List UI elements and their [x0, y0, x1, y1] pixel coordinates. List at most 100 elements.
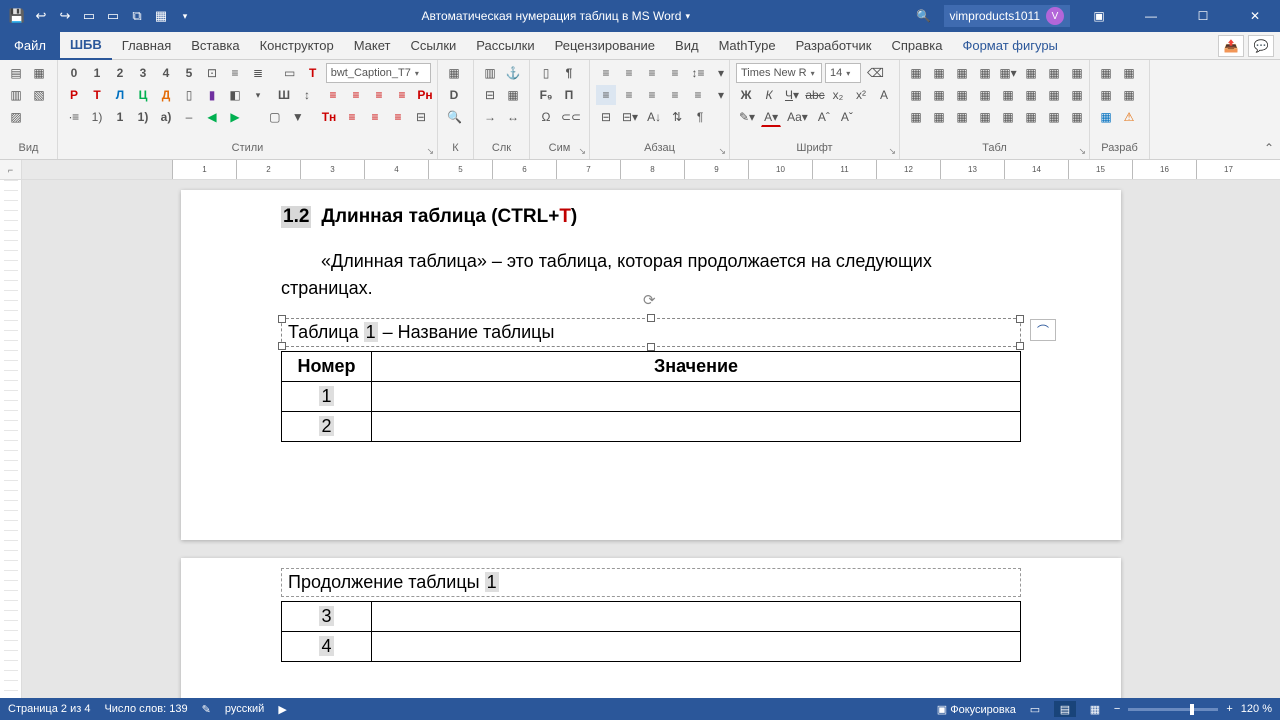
tbl-b5[interactable]: ▦: [998, 85, 1018, 105]
align-l-icon[interactable]: ≡: [323, 85, 343, 105]
view-btn5[interactable]: ▨: [6, 107, 26, 127]
highlight-icon[interactable]: ✎▾: [736, 107, 758, 127]
para-a[interactable]: ≡: [342, 107, 362, 127]
subscript-button[interactable]: x₂: [828, 85, 848, 105]
style-opt3[interactable]: ≣: [248, 63, 268, 83]
style-picker[interactable]: bwt_Caption_T7▾: [326, 63, 431, 83]
style-r[interactable]: Р: [64, 85, 84, 105]
zoom-out-button[interactable]: −: [1114, 703, 1120, 715]
style-c[interactable]: Ц: [133, 85, 153, 105]
style-arr[interactable]: ▾: [248, 85, 268, 105]
save-icon[interactable]: 💾: [6, 5, 28, 27]
grow-font-button[interactable]: Aˆ: [814, 107, 834, 127]
resize-handle[interactable]: [647, 343, 655, 351]
align-j-icon[interactable]: ≡: [392, 85, 412, 105]
resize-handle[interactable]: [1016, 342, 1024, 350]
layout-options-icon[interactable]: ⌒: [1030, 319, 1056, 341]
para-ls[interactable]: ↕≡: [688, 63, 708, 83]
list-num-icon[interactable]: 1): [87, 107, 107, 127]
para-b4[interactable]: ≡: [665, 85, 685, 105]
para-al1[interactable]: ≡: [596, 63, 616, 83]
styles-launcher-icon[interactable]: ↘: [426, 146, 434, 157]
style-0[interactable]: 0: [64, 63, 84, 83]
collapse-ribbon-icon[interactable]: ⌃: [1264, 141, 1274, 155]
view-btn4[interactable]: ▧: [29, 85, 49, 105]
share-icon[interactable]: 📤: [1218, 35, 1244, 57]
k-search-icon[interactable]: 🔍: [444, 107, 465, 127]
shape-t-icon[interactable]: T: [303, 63, 323, 83]
tbl-8[interactable]: ▦: [1067, 63, 1087, 83]
list-right-icon[interactable]: ▶: [225, 107, 245, 127]
tab-home[interactable]: Главная: [112, 32, 181, 60]
tbl-b1[interactable]: ▦: [906, 85, 926, 105]
view-read-icon[interactable]: ▭: [1024, 701, 1046, 717]
rotate-handle-icon[interactable]: ⟳: [643, 291, 659, 307]
sym-pi[interactable]: ¶: [559, 63, 579, 83]
para-b6[interactable]: ▾: [711, 85, 731, 105]
style-3[interactable]: 3: [133, 63, 153, 83]
tab-developer[interactable]: Разработчик: [786, 32, 882, 60]
tab-help[interactable]: Справка: [881, 32, 952, 60]
para-b3[interactable]: ≡: [642, 85, 662, 105]
style-box[interactable]: ▯: [179, 85, 199, 105]
style-opt1[interactable]: ⊡: [202, 63, 222, 83]
focus-mode-button[interactable]: ▣ Фокусировка: [937, 703, 1016, 716]
tbl-c2[interactable]: ▦: [929, 107, 949, 127]
slk-5[interactable]: →: [480, 107, 500, 127]
status-page[interactable]: Страница 2 из 4: [8, 703, 90, 715]
resize-handle[interactable]: [647, 314, 655, 322]
underline-button[interactable]: Ч▾: [782, 85, 802, 105]
para-c1[interactable]: ⊟: [596, 107, 616, 127]
para-c5[interactable]: ¶: [690, 107, 710, 127]
tbl-6[interactable]: ▦: [1021, 63, 1041, 83]
italic-button[interactable]: К: [759, 85, 779, 105]
status-words[interactable]: Число слов: 139: [104, 703, 187, 715]
case-button[interactable]: Aa▾: [784, 107, 811, 127]
k-1[interactable]: ▦: [444, 63, 464, 83]
slk-2[interactable]: ⚓: [503, 63, 523, 83]
sym-launcher-icon[interactable]: ↘: [578, 146, 586, 157]
para-c[interactable]: ≡: [388, 107, 408, 127]
zoom-slider[interactable]: [1128, 708, 1218, 711]
style-4[interactable]: 4: [156, 63, 176, 83]
style-up[interactable]: ↕: [297, 85, 317, 105]
ruler-corner[interactable]: ⌐: [0, 160, 22, 179]
dev-2[interactable]: ▦: [1119, 63, 1139, 83]
shape-rect-icon[interactable]: ▭: [280, 63, 300, 83]
resize-handle[interactable]: [278, 342, 286, 350]
tbl-b4[interactable]: ▦: [975, 85, 995, 105]
macro-icon[interactable]: ▶: [278, 703, 286, 716]
ruler-horizontal[interactable]: 12 34 56 78 910 1112 1314 1516 17: [22, 160, 1280, 179]
tbl-c4[interactable]: ▦: [975, 107, 995, 127]
box-a[interactable]: ▢: [265, 107, 285, 127]
style-1[interactable]: 1: [87, 63, 107, 83]
tab-mailings[interactable]: Рассылки: [466, 32, 544, 60]
style-2[interactable]: 2: [110, 63, 130, 83]
slk-3[interactable]: ⊟: [480, 85, 500, 105]
sym-f[interactable]: F₉: [536, 85, 556, 105]
tab-view[interactable]: Вид: [665, 32, 709, 60]
font-name-picker[interactable]: Times New R▾: [736, 63, 822, 83]
font-clear-icon[interactable]: ⌫: [864, 63, 887, 83]
list-b[interactable]: а): [156, 107, 176, 127]
align-r-icon[interactable]: ≡: [369, 85, 389, 105]
maximize-icon[interactable]: ☐: [1180, 0, 1226, 32]
para-b5[interactable]: ≡: [688, 85, 708, 105]
k-d[interactable]: D: [444, 85, 464, 105]
tab-references[interactable]: Ссылки: [401, 32, 467, 60]
para-b[interactable]: ≡: [365, 107, 385, 127]
tbl-3[interactable]: ▦: [952, 63, 972, 83]
tbl-4[interactable]: ▦: [975, 63, 995, 83]
tbl-b8[interactable]: ▦: [1067, 85, 1087, 105]
list-1[interactable]: 1: [110, 107, 130, 127]
ribbon-mode-icon[interactable]: ▣: [1076, 0, 1122, 32]
para-c2[interactable]: ⊟▾: [619, 107, 641, 127]
table-caption-textbox[interactable]: ⟳ Таблица 1 – Название таблицы ⌒: [281, 318, 1021, 347]
undo-icon[interactable]: ↩: [30, 5, 52, 27]
tab-shbv[interactable]: ШБВ: [60, 32, 112, 60]
zoom-level[interactable]: 120 %: [1241, 703, 1272, 715]
style-fill[interactable]: ▮: [202, 85, 222, 105]
strike-button[interactable]: abc: [805, 85, 825, 105]
font-color-icon[interactable]: A▾: [761, 107, 781, 127]
redo-icon[interactable]: ↪: [54, 5, 76, 27]
